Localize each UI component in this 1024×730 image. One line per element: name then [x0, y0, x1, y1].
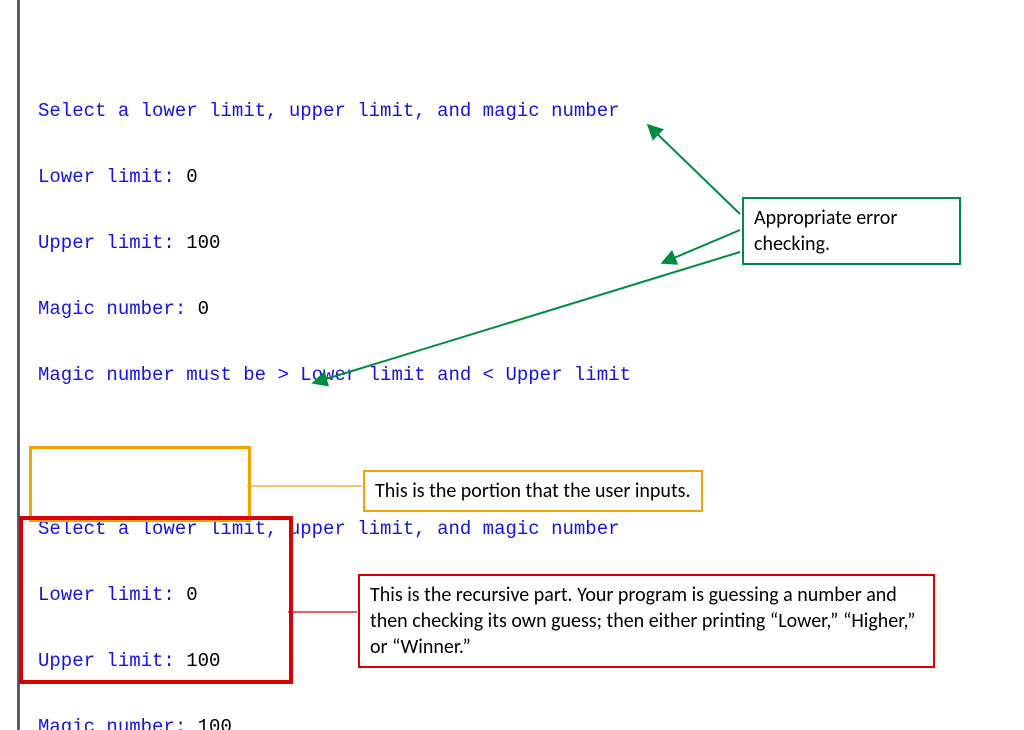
left-vertical-rule [17, 0, 20, 730]
callout-user-input: This is the portion that the user inputs… [363, 470, 703, 512]
callout-text: This is the recursive part. Your program… [370, 583, 916, 659]
prompt-title: Select a lower limit, upper limit, and m… [38, 100, 631, 122]
prompt-magic: Magic number: 100 [38, 716, 631, 730]
prompt-magic: Magic number: 0 [38, 298, 631, 320]
prompt-lower: Lower limit: 0 [38, 166, 631, 188]
callout-text: This is the portion that the user inputs… [375, 479, 691, 503]
prompt-upper: Upper limit: 100 [38, 232, 631, 254]
callout-recursive: This is the recursive part. Your program… [358, 574, 935, 668]
error-line: Magic number must be > Lower limit and <… [38, 364, 631, 386]
callout-text: Appropriate error checking. [754, 206, 897, 256]
prompt-title: Select a lower limit, upper limit, and m… [38, 518, 631, 540]
callout-error-checking: Appropriate error checking. [742, 197, 961, 265]
